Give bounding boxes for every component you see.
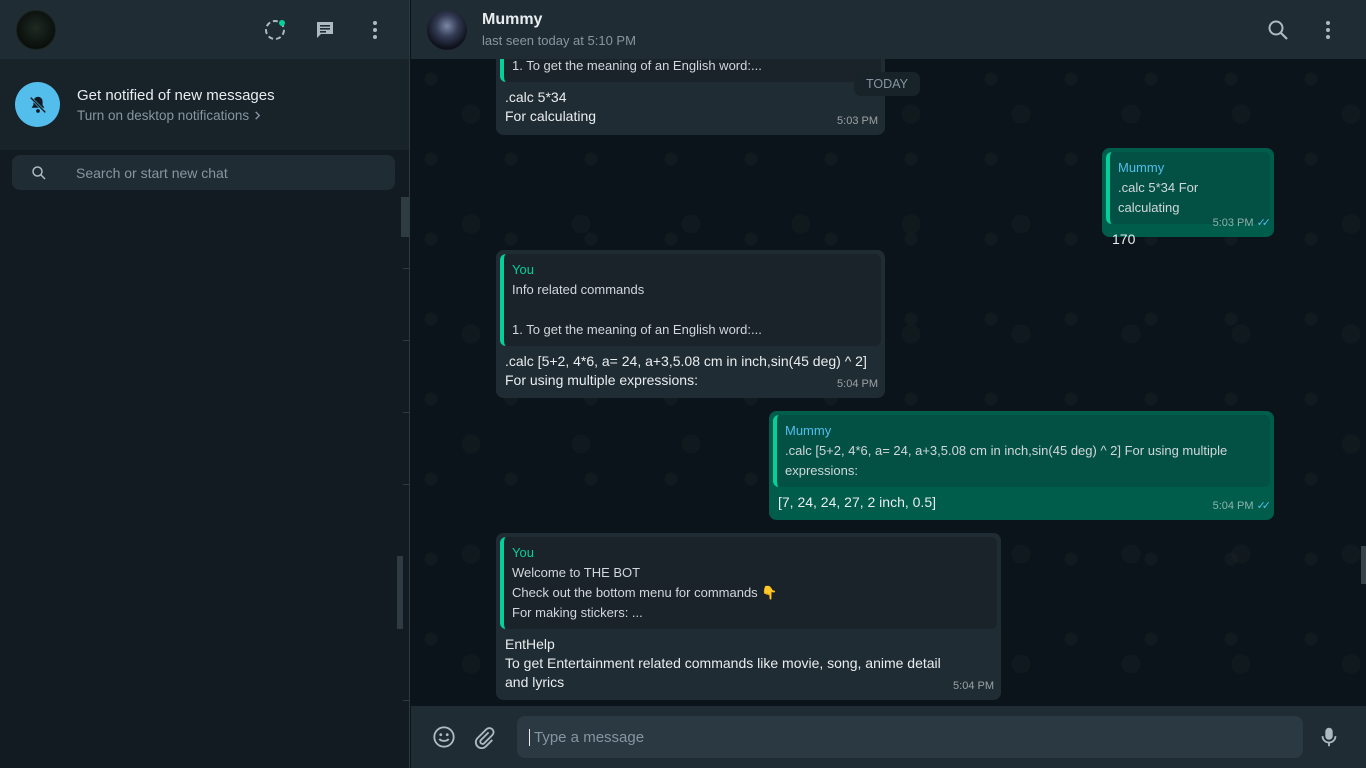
notification-banner[interactable]: Get notified of new messages Turn on des… bbox=[0, 59, 409, 150]
quote-text: .calc [5+2, 4*6, a= 24, a+3,5.08 cm in i… bbox=[785, 443, 1228, 478]
message-input-box bbox=[517, 716, 1303, 758]
contact-name: Mummy bbox=[482, 11, 543, 28]
quote-line: 1. To get the meaning of an English word… bbox=[512, 322, 762, 337]
quote-line bbox=[512, 300, 871, 320]
quote-line: Check out the bottom menu for commands 👇 bbox=[512, 585, 778, 600]
quote-author: You bbox=[512, 545, 534, 560]
message-time: 5:03 PM bbox=[1212, 217, 1254, 229]
message-list[interactable]: 1. To get the meaning of an English word… bbox=[411, 59, 1366, 706]
my-avatar[interactable] bbox=[16, 9, 56, 50]
message-incoming[interactable]: You Info related commands 1. To get the … bbox=[496, 250, 885, 398]
divider bbox=[403, 340, 409, 341]
divider bbox=[403, 268, 409, 269]
quote-line: Info related commands bbox=[512, 282, 645, 297]
quote-author: Mummy bbox=[785, 423, 832, 438]
message-time: 5:04 PM bbox=[837, 378, 878, 390]
quote-author: You bbox=[512, 262, 534, 277]
message-time-group: 5:04 PM ✓✓ bbox=[1212, 497, 1272, 516]
bell-off-icon bbox=[15, 82, 60, 127]
notification-link[interactable]: Turn on desktop notifications bbox=[77, 108, 275, 123]
search-icon[interactable] bbox=[1266, 18, 1290, 42]
notification-subtitle: Turn on desktop notifications bbox=[77, 107, 250, 123]
chevron-right-icon bbox=[255, 110, 261, 120]
attach-icon[interactable] bbox=[471, 724, 497, 750]
read-ticks-icon: ✓✓ bbox=[1256, 500, 1272, 512]
chat-header[interactable]: Mummy last seen today at 5:10 PM bbox=[411, 0, 1366, 59]
message-input[interactable] bbox=[529, 728, 1291, 746]
date-chip: TODAY bbox=[854, 72, 920, 96]
quote-line: For making stickers: ... bbox=[512, 605, 643, 620]
sidebar: Get notified of new messages Turn on des… bbox=[0, 0, 410, 768]
quote-text: .calc 5*34 For calculating bbox=[1118, 180, 1199, 215]
mic-icon[interactable] bbox=[1316, 724, 1342, 750]
message-line: .calc 5*34 bbox=[505, 89, 567, 105]
divider bbox=[403, 484, 409, 485]
divider bbox=[403, 700, 409, 701]
message-time: 5:04 PM bbox=[1212, 500, 1254, 512]
message-incoming[interactable]: You Welcome to THE BOT Check out the bot… bbox=[496, 533, 1001, 700]
composer bbox=[411, 706, 1366, 768]
notification-title: Get notified of new messages bbox=[77, 86, 275, 104]
quote-text: 1. To get the meaning of an English word… bbox=[512, 59, 762, 73]
emoji-icon[interactable] bbox=[431, 724, 457, 750]
message-line: .calc [5+2, 4*6, a= 24, a+3,5.08 cm in i… bbox=[505, 353, 867, 369]
sidebar-scrollbar-thumb[interactable] bbox=[401, 197, 409, 237]
search-icon bbox=[30, 164, 48, 182]
message-time: 5:03 PM bbox=[837, 115, 878, 127]
quote-line: Welcome to THE BOT bbox=[512, 565, 641, 580]
quoted-message[interactable]: 1. To get the meaning of an English word… bbox=[500, 59, 881, 82]
quoted-message[interactable]: Mummy .calc [5+2, 4*6, a= 24, a+3,5.08 c… bbox=[773, 415, 1270, 487]
message-outgoing[interactable]: Mummy .calc 5*34 For calculating 170 5:0… bbox=[1102, 148, 1274, 247]
message-time: 5:04 PM bbox=[953, 680, 994, 692]
message-incoming[interactable]: 1. To get the meaning of an English word… bbox=[496, 59, 885, 135]
menu-icon[interactable] bbox=[363, 18, 387, 42]
chat-pane: Mummy last seen today at 5:10 PM 1. To g… bbox=[411, 0, 1366, 768]
sidebar-header bbox=[0, 0, 409, 59]
contact-avatar[interactable] bbox=[427, 9, 467, 50]
search-box bbox=[12, 155, 395, 190]
message-line: EntHelp bbox=[505, 636, 555, 652]
quoted-message[interactable]: You Welcome to THE BOT Check out the bot… bbox=[500, 537, 997, 629]
quoted-message[interactable]: You Info related commands 1. To get the … bbox=[500, 254, 881, 346]
sidebar-header-actions bbox=[263, 0, 387, 59]
message-outgoing[interactable]: Mummy .calc [5+2, 4*6, a= 24, a+3,5.08 c… bbox=[769, 411, 1274, 520]
search-input[interactable] bbox=[76, 164, 356, 181]
message-line: To get Entertainment related commands li… bbox=[505, 655, 941, 690]
read-ticks-icon: ✓✓ bbox=[1256, 217, 1272, 229]
divider bbox=[403, 412, 409, 413]
message-line: For calculating bbox=[505, 108, 597, 124]
chat-scrollbar-thumb[interactable] bbox=[1361, 546, 1366, 584]
message-line: [7, 24, 24, 27, 2 inch, 0.5] bbox=[778, 494, 936, 510]
status-icon[interactable] bbox=[263, 18, 287, 42]
sidebar-scrollbar-thumb-lower[interactable] bbox=[397, 556, 403, 629]
contact-status: last seen today at 5:10 PM bbox=[482, 33, 636, 48]
menu-icon[interactable] bbox=[1316, 18, 1340, 42]
message-time-group: 5:03 PM ✓✓ bbox=[1212, 214, 1272, 233]
quote-author: Mummy bbox=[1118, 160, 1165, 175]
message-line: For using multiple expressions: bbox=[505, 372, 698, 388]
new-chat-icon[interactable] bbox=[313, 18, 337, 42]
